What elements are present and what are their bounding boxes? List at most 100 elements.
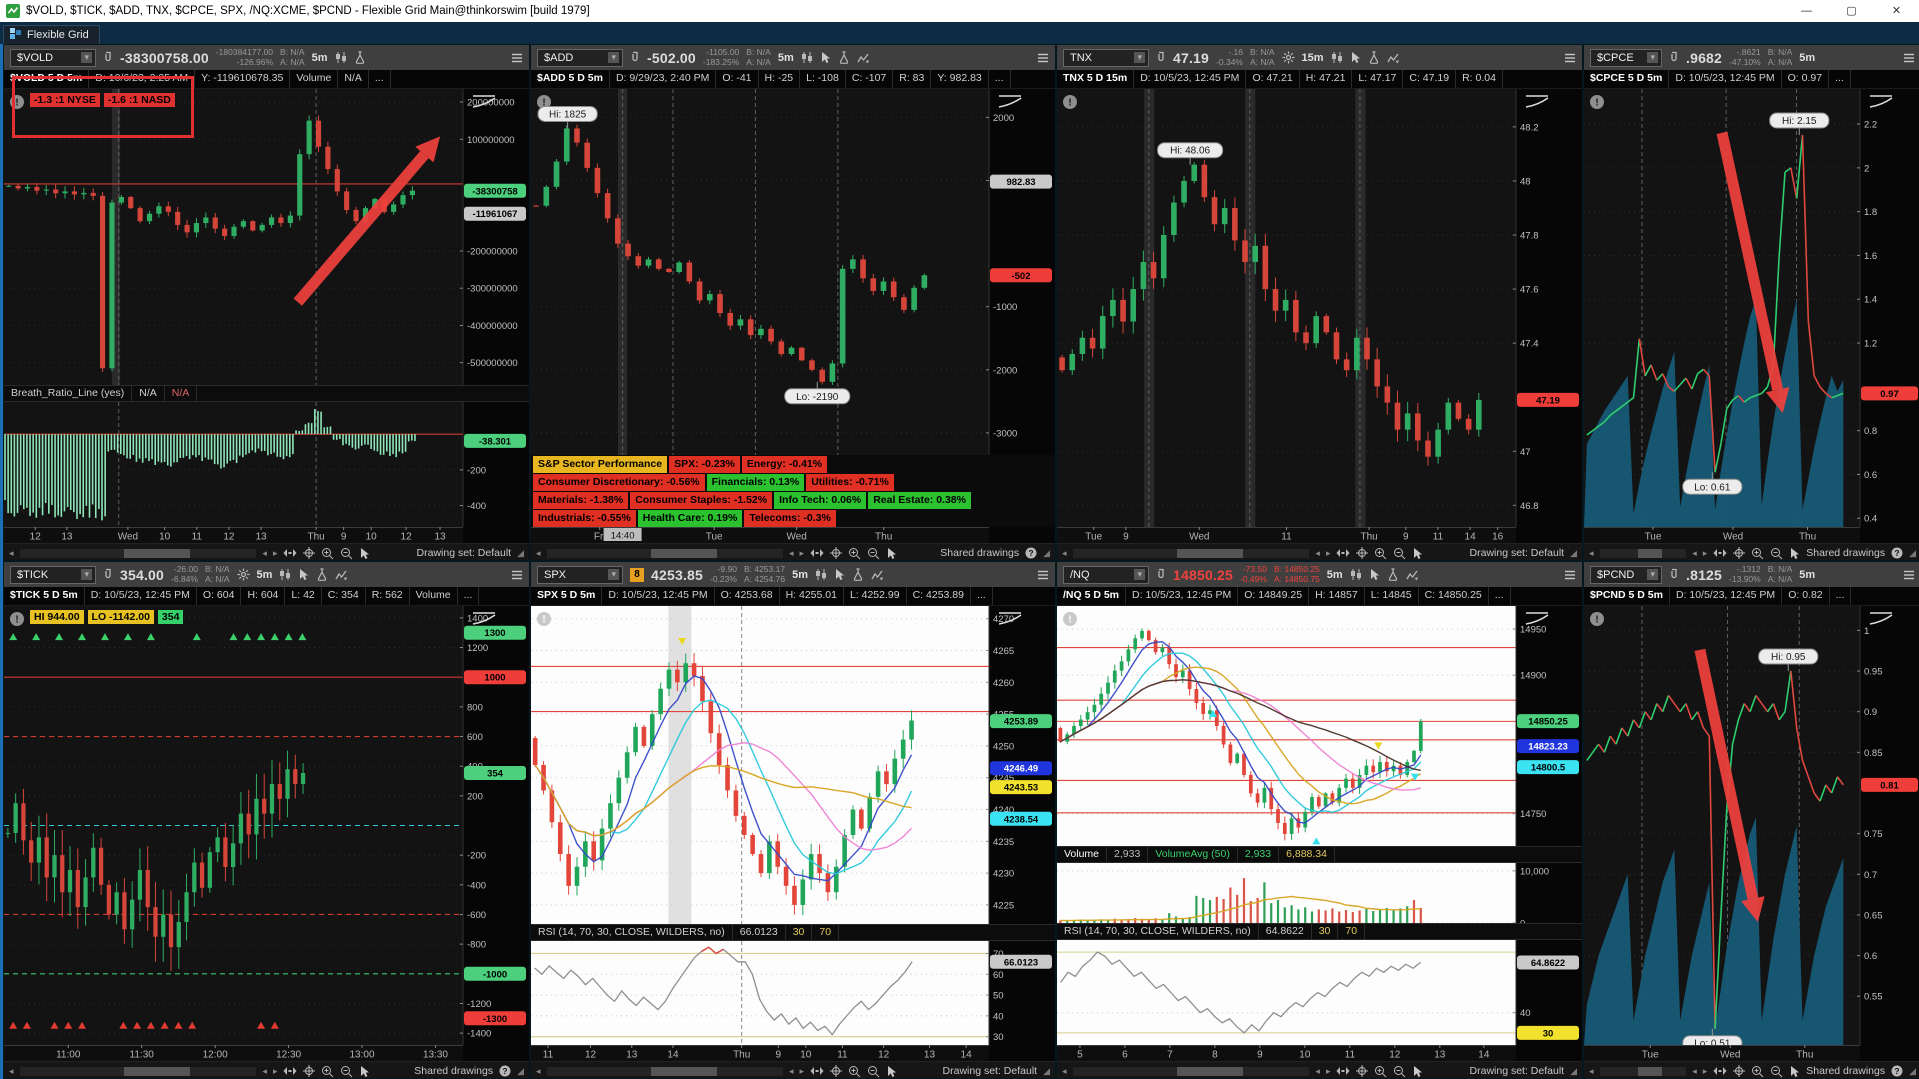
zoom-out-icon[interactable] bbox=[1770, 547, 1783, 560]
drawing-tools-icon[interactable] bbox=[871, 569, 884, 581]
symbol-dropdown[interactable]: $VOLD▾ bbox=[10, 49, 96, 67]
scroll-step-left[interactable]: ◂ bbox=[789, 548, 794, 559]
resize-grip[interactable]: ◢ bbox=[1043, 548, 1050, 559]
drawing-set-label[interactable]: Drawing set: Default bbox=[943, 1065, 1038, 1077]
maximize-button[interactable]: ▢ bbox=[1829, 0, 1874, 22]
chart-spx-study0[interactable]: 706050403066.0123 bbox=[531, 941, 1055, 1045]
link-icon[interactable] bbox=[1669, 51, 1679, 65]
symbol-dropdown[interactable]: /NQ▾ bbox=[1063, 566, 1149, 584]
scrollbar-thumb[interactable] bbox=[1177, 1067, 1243, 1076]
studies-flask-icon[interactable] bbox=[316, 568, 328, 581]
chart-vold-study0[interactable]: -200-400-38.301 bbox=[4, 402, 529, 527]
pan-chart-icon[interactable] bbox=[283, 1066, 297, 1076]
pan-chart-icon[interactable] bbox=[1336, 548, 1350, 558]
chart-area-tick[interactable]: 14001200800600400200-200-400-600-800-120… bbox=[4, 606, 529, 1045]
link-icon[interactable] bbox=[103, 568, 113, 582]
pointer-tool-icon[interactable] bbox=[1789, 547, 1800, 560]
scroll-left-arrow[interactable]: ◂ bbox=[1062, 1066, 1067, 1077]
timeframe-button[interactable]: 5m bbox=[1799, 569, 1815, 581]
resize-grip[interactable]: ◢ bbox=[1909, 1066, 1916, 1077]
scrollbar-thumb[interactable] bbox=[124, 1067, 190, 1076]
zoom-in-icon[interactable] bbox=[1751, 1065, 1764, 1078]
zoom-out-icon[interactable] bbox=[340, 1065, 353, 1078]
studies-flask-icon[interactable] bbox=[838, 51, 850, 64]
study-chart-spx-0[interactable]: 706050403066.0123 bbox=[531, 941, 1055, 1045]
gear-icon[interactable] bbox=[237, 568, 250, 581]
zoom-out-icon[interactable] bbox=[1393, 1065, 1406, 1078]
help-icon[interactable]: ? bbox=[1025, 547, 1037, 559]
study-chart-vold-0[interactable]: -200-400-38.301 bbox=[4, 402, 529, 527]
zoom-in-icon[interactable] bbox=[1374, 547, 1387, 560]
zoom-in-icon[interactable] bbox=[321, 547, 334, 560]
timeframe-button[interactable]: 15m bbox=[1302, 52, 1324, 64]
scrollbar-track[interactable] bbox=[20, 1067, 257, 1076]
pan-chart-icon[interactable] bbox=[1713, 1066, 1727, 1076]
drawing-set-label[interactable]: Drawing set: Default bbox=[1470, 547, 1565, 559]
time-axis[interactable]: 11121314Thu91011121314 bbox=[531, 1045, 1055, 1061]
help-icon[interactable]: ? bbox=[1891, 1065, 1903, 1077]
crosshair-icon[interactable] bbox=[1733, 547, 1745, 559]
scrollbar-track[interactable] bbox=[1073, 549, 1310, 558]
cursor-tool-icon[interactable] bbox=[1369, 568, 1380, 581]
time-axis[interactable]: Tue9Wed11Thu9111416 bbox=[1057, 527, 1582, 543]
chart-area-tnx[interactable]: 48.24847.847.647.44746.847.19!Hi: 48.06 bbox=[1057, 89, 1582, 527]
drawing-set-label[interactable]: Drawing set: Default bbox=[417, 547, 512, 559]
zoom-out-icon[interactable] bbox=[340, 547, 353, 560]
scrollbar-thumb[interactable] bbox=[1638, 1067, 1662, 1076]
scroll-step-right[interactable]: ▸ bbox=[800, 548, 805, 559]
scroll-step-left[interactable]: ◂ bbox=[1315, 1066, 1320, 1077]
scroll-left-arrow[interactable]: ◂ bbox=[536, 1066, 541, 1077]
panel-menu-icon[interactable] bbox=[1037, 570, 1049, 580]
cursor-tool-icon[interactable] bbox=[298, 568, 309, 581]
timeframe-button[interactable]: 5m bbox=[1327, 569, 1343, 581]
scrollbar-track[interactable] bbox=[20, 549, 257, 558]
chart-tick-main[interactable]: 14001200800600400200-200-400-600-800-120… bbox=[4, 606, 529, 1045]
time-axis[interactable]: 1213Wed10111213Thu9101213 bbox=[4, 527, 529, 543]
time-axis[interactable]: 11:0011:3012:0012:3013:0013:30 bbox=[4, 1045, 529, 1061]
link-icon[interactable] bbox=[103, 51, 113, 65]
scroll-step-right[interactable]: ▸ bbox=[273, 548, 278, 559]
candle-pattern-icon[interactable] bbox=[815, 568, 827, 581]
timeframe-button[interactable]: 5m bbox=[792, 569, 808, 581]
panel-menu-icon[interactable] bbox=[1903, 570, 1915, 580]
link-icon[interactable] bbox=[1669, 568, 1679, 582]
time-axis[interactable]: TueWedThu bbox=[1584, 1045, 1919, 1061]
zoom-out-icon[interactable] bbox=[867, 547, 880, 560]
studies-flask-icon[interactable] bbox=[354, 51, 366, 64]
drawing-set-label[interactable]: Shared drawings bbox=[414, 1065, 493, 1077]
symbol-dropdown[interactable]: SPX▾ bbox=[537, 566, 623, 584]
resize-grip[interactable]: ◢ bbox=[1570, 548, 1577, 559]
zoom-in-icon[interactable] bbox=[1751, 547, 1764, 560]
timeframe-button[interactable]: 5m bbox=[312, 52, 328, 64]
scroll-left-arrow[interactable]: ◂ bbox=[1589, 548, 1594, 559]
drawing-tools-icon[interactable] bbox=[335, 569, 348, 581]
studies-flask-icon[interactable] bbox=[852, 568, 864, 581]
candle-pattern-icon[interactable] bbox=[1331, 51, 1343, 64]
scrollbar-track[interactable] bbox=[1600, 1067, 1687, 1076]
chart-nq-study1[interactable]: 4064.862230 bbox=[1057, 940, 1582, 1045]
scroll-step-right[interactable]: ▸ bbox=[1326, 548, 1331, 559]
scroll-left-arrow[interactable]: ◂ bbox=[1062, 548, 1067, 559]
scroll-step-right[interactable]: ▸ bbox=[800, 1066, 805, 1077]
drawing-set-label[interactable]: Shared drawings bbox=[1806, 547, 1885, 559]
zoom-in-icon[interactable] bbox=[321, 1065, 334, 1078]
chart-nq-study0[interactable]: 10,0000 bbox=[1057, 863, 1582, 923]
symbol-dropdown[interactable]: $PCND▾ bbox=[1590, 566, 1662, 584]
resize-grip[interactable]: ◢ bbox=[517, 1066, 524, 1077]
resize-grip[interactable]: ◢ bbox=[1043, 1066, 1050, 1077]
chart-spx-main[interactable]: 4270426542604255425042454240423542304225… bbox=[531, 606, 1055, 924]
chart-add-main[interactable]: 20001000-1000-2000-3000982.83-502!Hi: 18… bbox=[531, 89, 1055, 455]
drawing-set-label[interactable]: Shared drawings bbox=[1806, 1065, 1885, 1077]
scrollbar-thumb[interactable] bbox=[651, 1067, 717, 1076]
scroll-step-right[interactable]: ▸ bbox=[1326, 1066, 1331, 1077]
panel-menu-icon[interactable] bbox=[1037, 53, 1049, 63]
panel-menu-icon[interactable] bbox=[511, 570, 523, 580]
crosshair-icon[interactable] bbox=[303, 547, 315, 559]
symbol-dropdown[interactable]: $TICK▾ bbox=[10, 566, 96, 584]
pan-chart-icon[interactable] bbox=[283, 548, 297, 558]
scrollbar-thumb[interactable] bbox=[124, 549, 190, 558]
scroll-step-left[interactable]: ◂ bbox=[1315, 548, 1320, 559]
scrollbar-thumb[interactable] bbox=[1638, 549, 1662, 558]
resize-grip[interactable]: ◢ bbox=[517, 548, 524, 559]
chart-area-cpce[interactable]: 2.221.81.61.41.20.80.60.40.97!Hi: 2.15Lo… bbox=[1584, 89, 1919, 527]
